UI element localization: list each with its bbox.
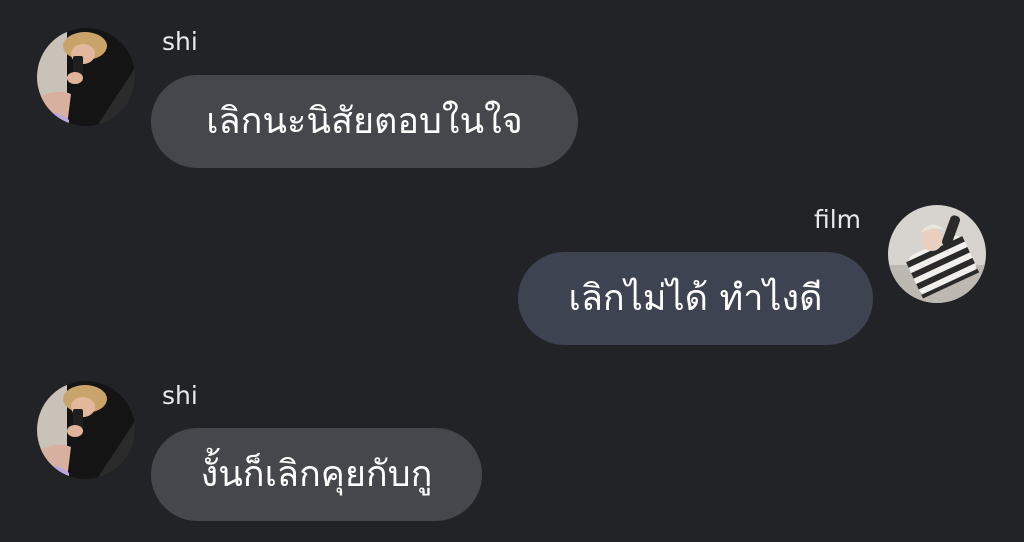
sender-name: shi [162, 27, 198, 56]
message-bubble-incoming[interactable]: เลิกนะนิสัยตอบในใจ [151, 75, 578, 168]
message-bubble-incoming[interactable]: งั้นก็เลิกคุยกับกู [151, 428, 482, 521]
avatar-film[interactable] [888, 205, 986, 303]
chat-thread: shi เลิกนะนิสัยตอบในใจ film เลิกไม่ได้ ท… [0, 0, 1024, 542]
avatar-film-image [888, 205, 986, 303]
avatar-shi[interactable] [37, 28, 135, 126]
avatar-shi-image [37, 381, 135, 479]
sender-name: film [813, 205, 861, 234]
avatar-shi[interactable] [37, 381, 135, 479]
sender-name: shi [162, 381, 198, 410]
avatar-shi-image [37, 28, 135, 126]
message-bubble-outgoing[interactable]: เลิกไม่ได้ ทำไงดี [518, 252, 873, 345]
